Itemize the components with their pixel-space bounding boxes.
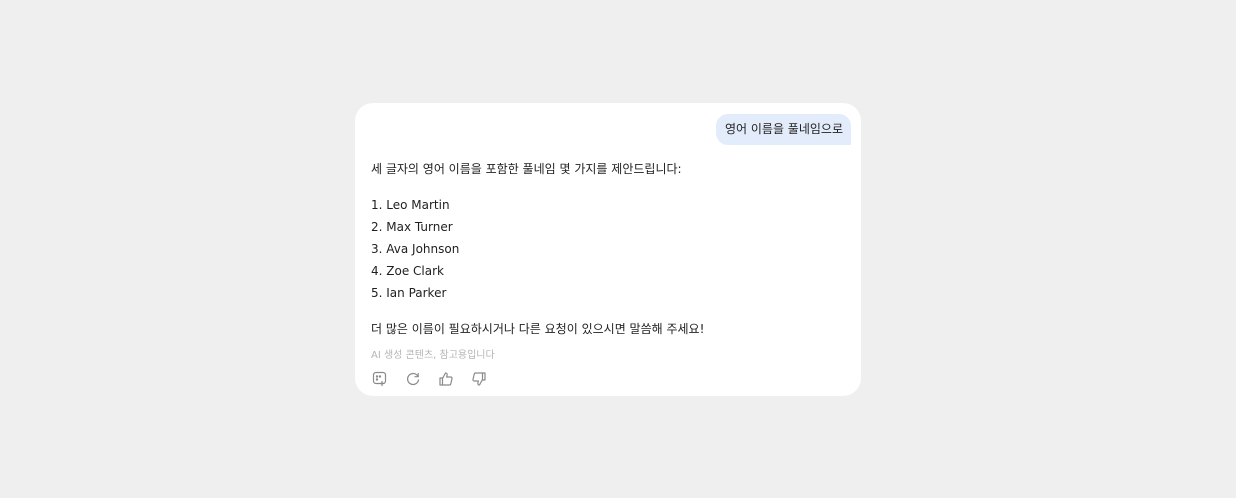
copy-icon [372,371,387,387]
list-item: 4. Zoe Clark [371,264,444,278]
chat-card: 영어 이름을 풀네임으로 세 글자의 영어 이름을 포함한 풀네임 몇 가지를 … [355,103,861,396]
thumbs-up-icon [439,372,453,386]
assistant-outro-text: 더 많은 이름이 필요하시거나 다른 요청이 있으시면 말씀해 주세요! [371,322,705,336]
dislike-button[interactable] [470,370,488,388]
regenerate-button[interactable] [404,370,422,388]
list-item: 2. Max Turner [371,220,453,234]
list-item: 1. Leo Martin [371,198,450,212]
like-button[interactable] [437,370,455,388]
refresh-icon [407,372,420,386]
assistant-intro-text: 세 글자의 영어 이름을 포함한 풀네임 몇 가지를 제안드립니다: [371,162,682,176]
message-actions [371,369,503,389]
ai-disclaimer: AI 생성 콘텐츠, 참고용입니다 [371,350,495,361]
list-item: 3. Ava Johnson [371,242,460,256]
copy-button[interactable] [371,370,389,388]
list-item: 5. Ian Parker [371,286,447,300]
thumbs-down-icon [472,372,486,386]
name-list: 1. Leo Martin 2. Max Turner 3. Ava Johns… [371,194,459,304]
user-message-bubble: 영어 이름을 풀네임으로 [715,114,851,145]
